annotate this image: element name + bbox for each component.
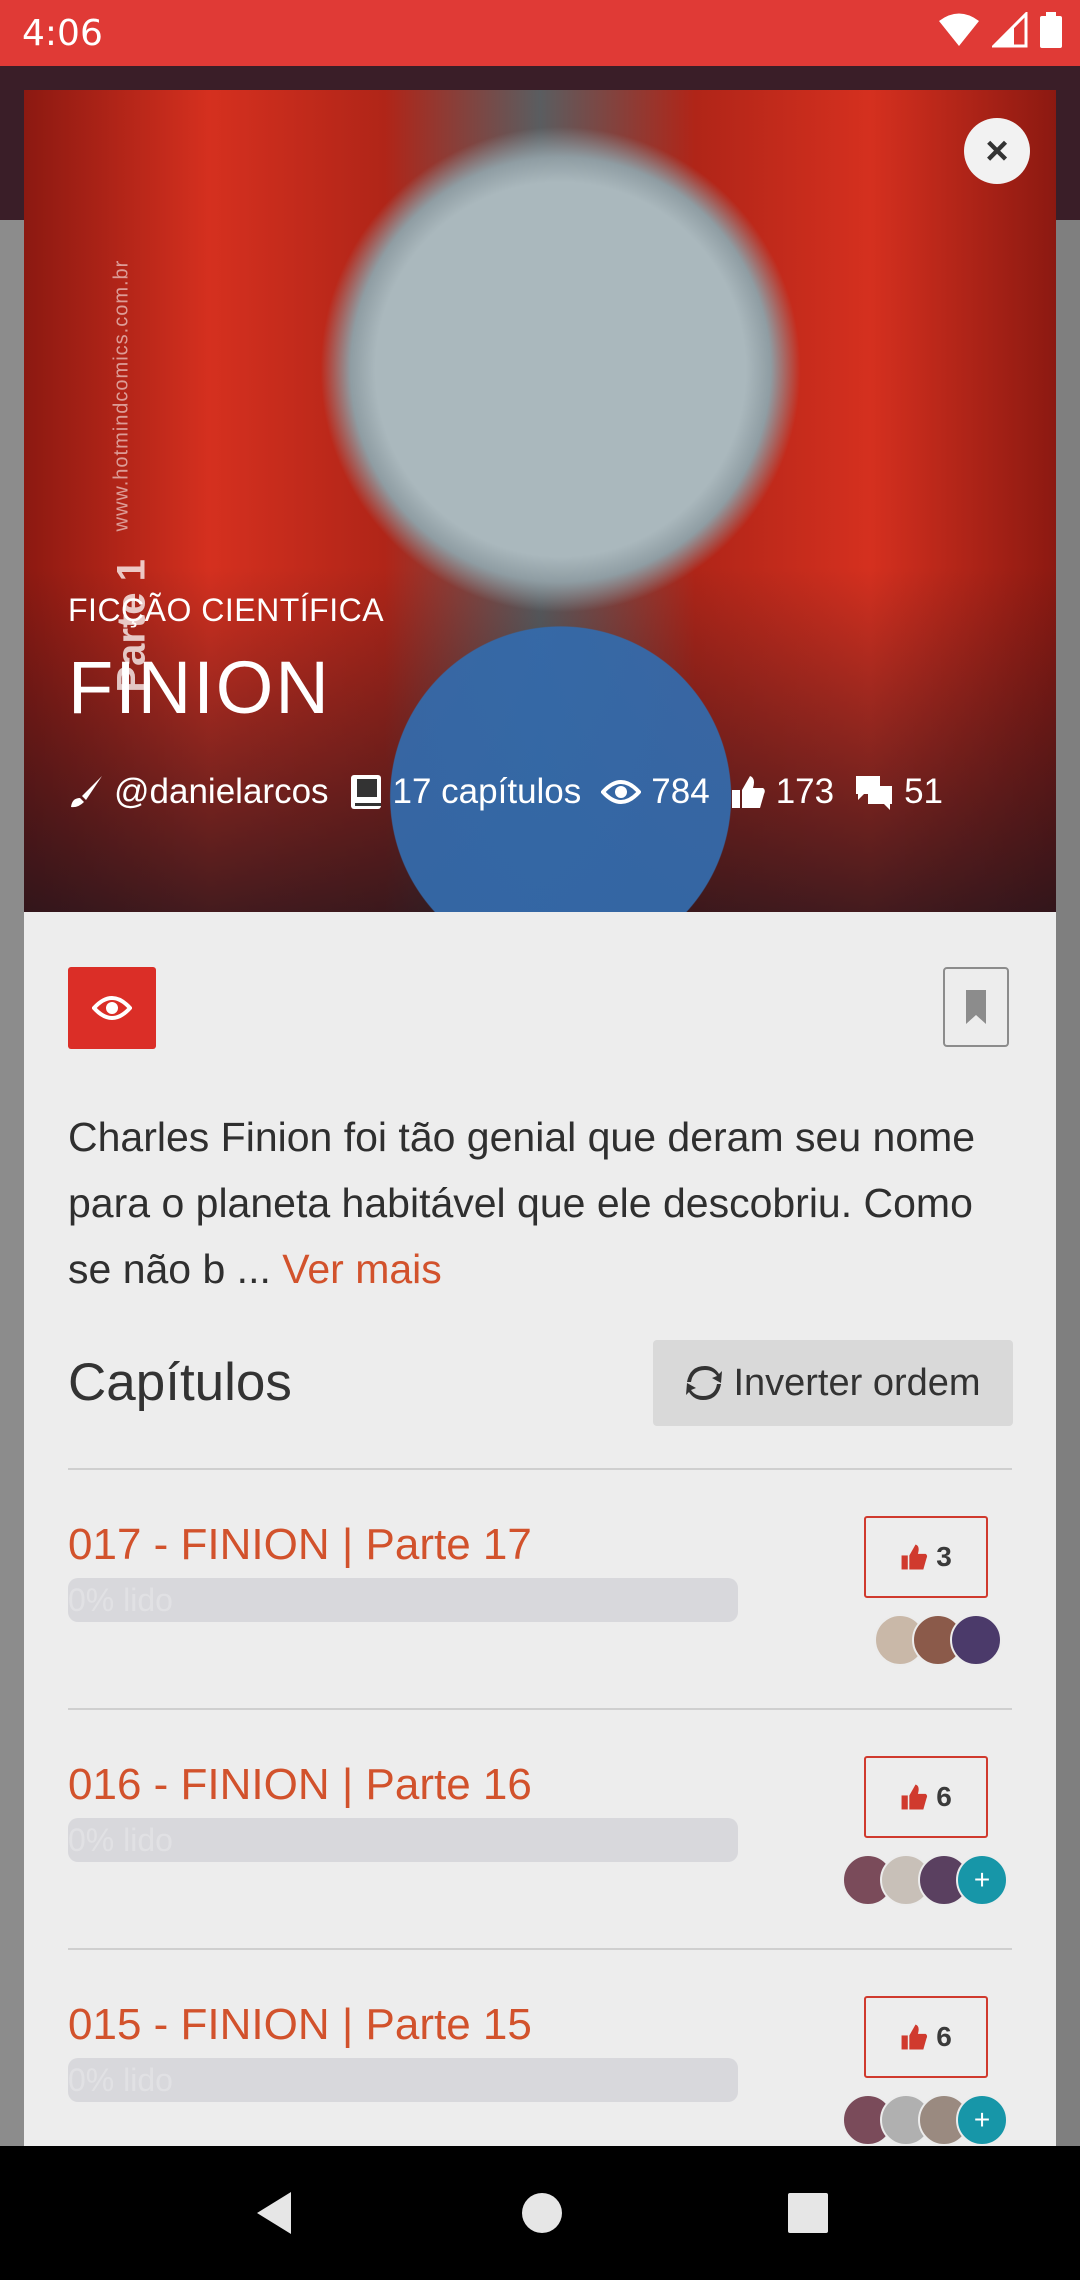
chapter-readers[interactable]: +	[842, 1854, 1008, 1906]
author-stat[interactable]: @danielarcos	[68, 772, 329, 812]
more-readers-badge[interactable]: +	[956, 1854, 1008, 1906]
status-icons	[938, 12, 1062, 48]
close-button[interactable]: ×	[964, 118, 1030, 184]
read-button[interactable]	[68, 967, 156, 1049]
close-icon: ×	[985, 129, 1009, 173]
avatar	[950, 1614, 1002, 1666]
wifi-icon	[939, 13, 979, 46]
comic-body: Charles Finion foi tão genial que deram …	[24, 912, 1056, 2146]
comic-title: FINION	[68, 646, 331, 729]
comments-stat: 51	[854, 772, 943, 812]
comments-icon	[856, 776, 893, 810]
status-time: 4:06	[22, 12, 103, 54]
book-icon	[350, 775, 381, 809]
watermark-site: www.hotmindcomics.com.br	[110, 259, 133, 532]
chapters-heading: Capítulos	[68, 1353, 292, 1412]
navigation-bar	[0, 2146, 1080, 2280]
comic-description: Charles Finion foi tão genial que deram …	[68, 1104, 1008, 1302]
chapter-progress: 0% lido	[68, 2058, 738, 2102]
chapter-title[interactable]: 017 - FINION | Parte 17	[68, 1520, 532, 1570]
cover-image: www.hotmindcomics.com.br Parte 1 × FICÇÃ…	[24, 90, 1056, 912]
comic-stats: @danielarcos 17 capítulos 784 173 51	[68, 772, 943, 812]
comments-count: 51	[904, 772, 944, 811]
chapter-like-count: 6	[936, 1781, 952, 1812]
home-icon[interactable]	[520, 2191, 564, 2235]
chapter-readers[interactable]	[874, 1614, 1002, 1666]
progress-label: 0% lido	[68, 1582, 173, 1618]
refresh-icon	[686, 1366, 723, 1400]
chapters-stat: 17 capítulos	[349, 772, 582, 812]
chapter-like-count: 3	[936, 1541, 952, 1572]
thumbs-up-icon	[901, 1784, 928, 1810]
likes-count: 173	[775, 772, 835, 811]
chapter-progress: 0% lido	[68, 1578, 738, 1622]
chapter-like-button[interactable]: 6	[864, 1996, 988, 2078]
back-icon[interactable]	[251, 2188, 297, 2238]
chapter-readers[interactable]: +	[842, 2094, 1008, 2146]
chapter-item[interactable]: 017 - FINION | Parte 17 0% lido 3	[68, 1468, 1012, 1708]
invert-order-label: Inverter ordem	[733, 1361, 981, 1404]
chapter-progress: 0% lido	[68, 1818, 738, 1862]
comic-detail-modal: www.hotmindcomics.com.br Parte 1 × FICÇÃ…	[24, 90, 1056, 2146]
chapter-like-count: 6	[936, 2021, 952, 2052]
recents-icon[interactable]	[787, 2192, 829, 2234]
description-text: Charles Finion foi tão genial que deram …	[68, 1114, 976, 1292]
chapter-title[interactable]: 016 - FINION | Parte 16	[68, 1760, 532, 1810]
more-readers-badge[interactable]: +	[956, 2094, 1008, 2146]
chapter-list: 017 - FINION | Parte 17 0% lido 3 016 - …	[68, 1468, 1012, 2146]
author-name: @danielarcos	[114, 772, 329, 811]
views-stat: 784	[601, 772, 710, 812]
likes-stat: 173	[730, 772, 834, 812]
cover-watermark: www.hotmindcomics.com.br Parte 1	[102, 160, 154, 693]
status-bar: 4:06	[0, 0, 1080, 66]
eye-icon	[92, 996, 132, 1020]
thumbs-up-icon	[901, 2024, 928, 2050]
genre-label: FICÇÃO CIENTÍFICA	[68, 592, 385, 628]
chapter-item[interactable]: 015 - FINION | Parte 15 0% lido 6 +	[68, 1948, 1012, 2146]
views-count: 784	[651, 772, 710, 811]
battery-icon	[1040, 12, 1062, 48]
signal-icon	[992, 12, 1028, 48]
brush-icon	[71, 776, 102, 808]
progress-label: 0% lido	[68, 2062, 173, 2098]
progress-label: 0% lido	[68, 1822, 173, 1858]
invert-order-button[interactable]: Inverter ordem	[653, 1340, 1013, 1426]
thumbs-up-icon	[731, 776, 765, 808]
thumbs-up-icon	[901, 1544, 928, 1570]
bookmark-icon	[966, 990, 986, 1024]
chapter-like-button[interactable]: 3	[864, 1516, 988, 1598]
backdrop-left-strip	[0, 220, 24, 2146]
chapter-title[interactable]: 015 - FINION | Parte 15	[68, 2000, 532, 2050]
bookmark-button[interactable]	[943, 967, 1009, 1047]
chapter-item[interactable]: 016 - FINION | Parte 16 0% lido 6 +	[68, 1708, 1012, 1948]
eye-icon	[601, 780, 642, 804]
see-more-link[interactable]: Ver mais	[282, 1246, 442, 1292]
chapter-like-button[interactable]: 6	[864, 1756, 988, 1838]
chapters-count: 17 capítulos	[392, 772, 582, 811]
